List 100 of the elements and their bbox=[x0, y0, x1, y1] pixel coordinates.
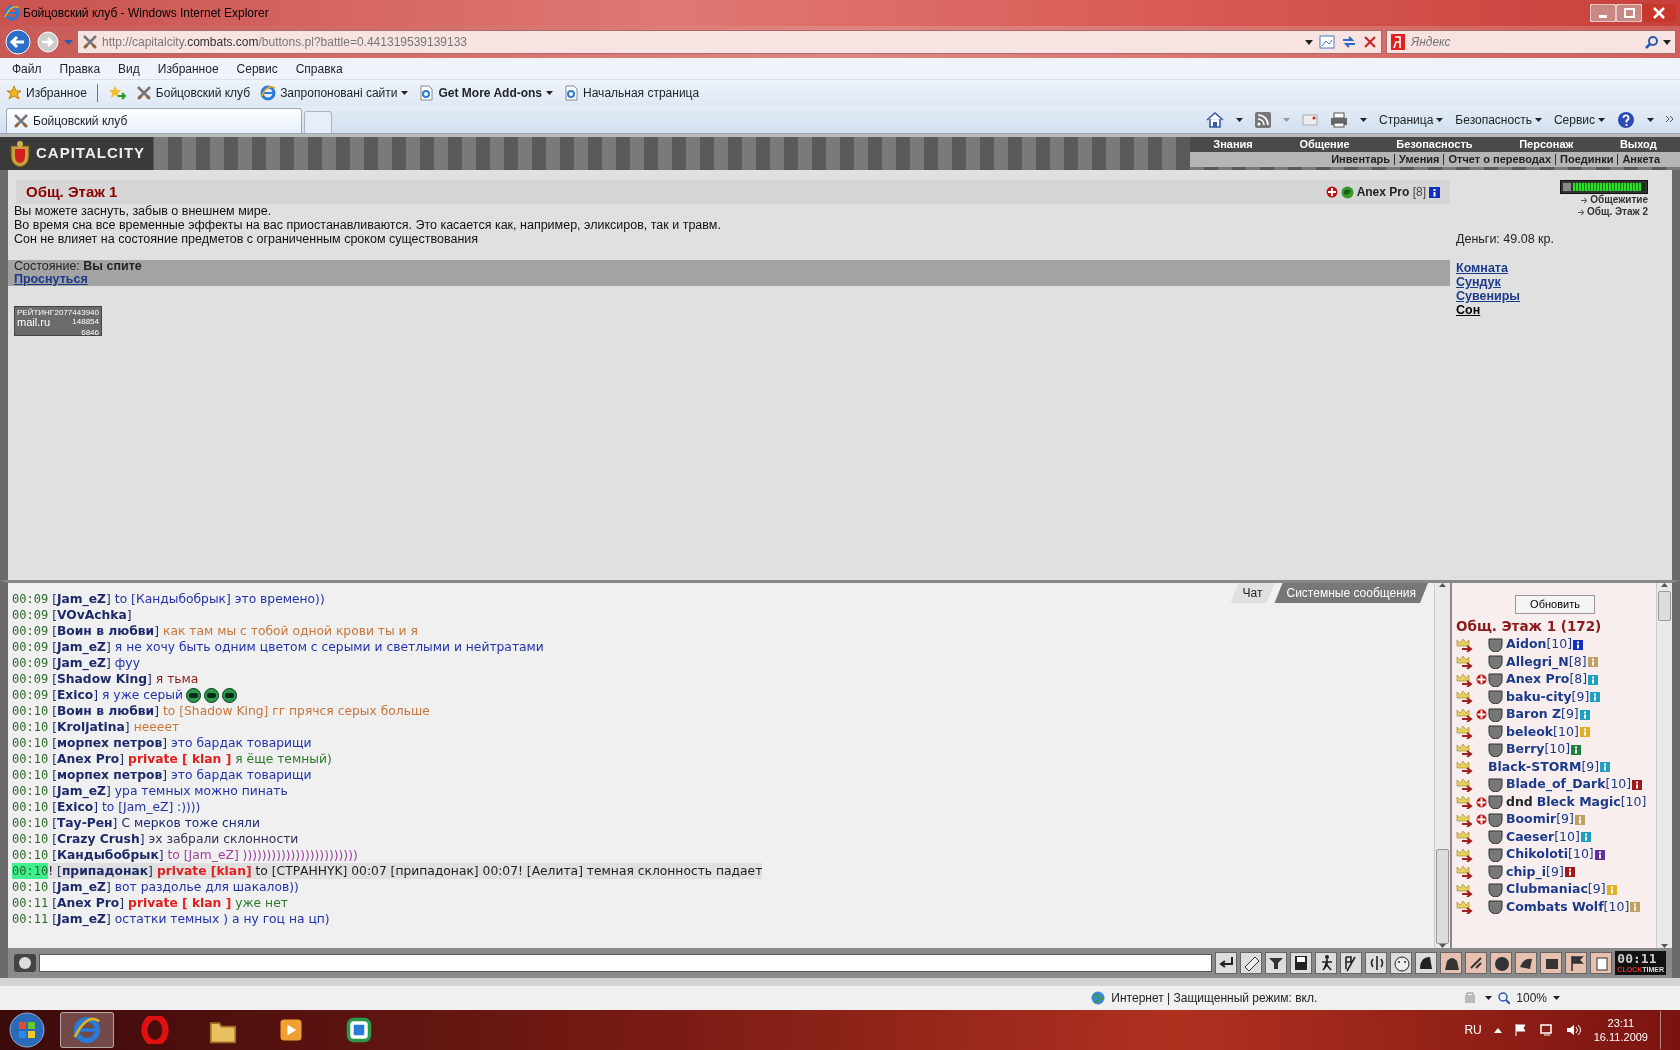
start-button[interactable] bbox=[8, 1011, 46, 1049]
refresh-button[interactable]: Обновить bbox=[1515, 595, 1595, 614]
chat-time[interactable]: 00:10 bbox=[12, 783, 49, 799]
chat-sender[interactable]: [Shadow King] bbox=[52, 671, 152, 687]
nav-tab[interactable]: Выход bbox=[1619, 136, 1657, 153]
user-name[interactable]: Black-STORM[9] bbox=[1488, 757, 1600, 777]
chevron-icon[interactable] bbox=[1666, 116, 1674, 124]
chest-button[interactable] bbox=[1540, 952, 1563, 974]
address-field[interactable]: http://capitalcity.combats.com/buttons.pl?battle=0.441319539139133 bbox=[77, 30, 1382, 54]
search-icon[interactable] bbox=[1645, 35, 1659, 49]
chat-tab[interactable]: Чат bbox=[1230, 583, 1275, 603]
date-text[interactable]: 16.11.2009 bbox=[1593, 1030, 1648, 1044]
chat-sender[interactable]: [Anex Pro] bbox=[52, 751, 125, 767]
search-field[interactable]: Яндекс bbox=[1386, 30, 1676, 54]
chat-input[interactable] bbox=[39, 954, 1213, 972]
private-message-icon[interactable] bbox=[1456, 672, 1474, 687]
nav-link[interactable]: Отчет о переводах bbox=[1443, 154, 1555, 165]
chat-sender[interactable]: [Jam_eZ] bbox=[52, 655, 111, 671]
chat-sender[interactable]: [Crazy Crush] bbox=[52, 831, 145, 847]
command-menu[interactable]: Безопасность bbox=[1455, 111, 1542, 129]
scroll-button[interactable] bbox=[1465, 952, 1488, 974]
forward-button[interactable] bbox=[36, 30, 60, 54]
favorites-link[interactable]: Избранное bbox=[6, 84, 87, 102]
user-name[interactable]: Boomir[9] bbox=[1506, 810, 1574, 829]
chat-time[interactable]: 00:10 bbox=[12, 863, 49, 879]
compatibility-icon[interactable] bbox=[1319, 34, 1335, 50]
private-message-icon[interactable] bbox=[1456, 725, 1474, 739]
dropdown-icon[interactable] bbox=[1647, 118, 1654, 122]
chat-time[interactable]: 00:09 bbox=[12, 671, 49, 687]
maximize-button[interactable] bbox=[1616, 4, 1642, 22]
favorites-link[interactable]: Get More Add-ons bbox=[418, 84, 554, 102]
menu-item[interactable]: Правка bbox=[51, 59, 109, 78]
chat-sender[interactable]: [Jam_eZ] bbox=[52, 879, 111, 895]
home-icon[interactable] bbox=[1205, 112, 1224, 128]
chat-time[interactable]: 00:09 bbox=[12, 607, 49, 623]
dropdown-icon[interactable] bbox=[1485, 996, 1493, 1000]
dropdown-icon[interactable] bbox=[1553, 996, 1560, 1000]
command-menu[interactable]: Страница bbox=[1378, 111, 1444, 129]
user-row[interactable]: dnd Bleck Magic[10] bbox=[1456, 793, 1654, 811]
chat-sender[interactable]: [морпех петров] bbox=[52, 767, 168, 783]
tray-arrow-icon[interactable] bbox=[1493, 1027, 1502, 1033]
exit-button[interactable] bbox=[1590, 952, 1613, 974]
menu-item[interactable]: Файл bbox=[4, 59, 50, 78]
user-row[interactable]: Caeser[10] bbox=[1456, 828, 1654, 846]
chat-sender[interactable]: [Кандыбобрык] bbox=[52, 847, 164, 863]
private-message-icon[interactable] bbox=[1456, 865, 1474, 879]
nav-link[interactable]: Инвентарь bbox=[1327, 154, 1395, 165]
info-icon[interactable] bbox=[1573, 639, 1584, 650]
user-name[interactable]: Berry[10] bbox=[1506, 740, 1571, 759]
private-message-icon[interactable] bbox=[1456, 882, 1474, 897]
favorites-link[interactable]: Бойцовский клуб bbox=[135, 84, 251, 102]
network-icon[interactable] bbox=[1539, 1023, 1554, 1037]
private-message-icon[interactable] bbox=[1456, 637, 1474, 652]
chat-time[interactable]: 00:09 bbox=[12, 639, 49, 655]
chat-sender[interactable]: [припадонак] bbox=[57, 863, 153, 879]
refresh-icon[interactable] bbox=[1341, 34, 1357, 50]
user-name[interactable]: Caeser[10] bbox=[1506, 827, 1580, 847]
portrait-button[interactable] bbox=[1490, 952, 1513, 974]
user-name[interactable]: Bleck Magic[10] bbox=[1536, 792, 1647, 812]
user-name[interactable]: Chikoloti[10] bbox=[1506, 845, 1594, 864]
user-name[interactable]: Aidon[10] bbox=[1506, 635, 1573, 654]
rating-counter[interactable]: РЕЙТИНГ2077443940 mail.ru 148854 6846 bbox=[14, 306, 102, 336]
smile-menu-icon[interactable] bbox=[14, 954, 36, 972]
volume-icon[interactable] bbox=[1565, 1023, 1582, 1037]
dropdown-icon[interactable] bbox=[1663, 39, 1671, 45]
flag-button[interactable] bbox=[1565, 952, 1588, 974]
info-icon[interactable] bbox=[1429, 186, 1440, 198]
user-name[interactable]: Clubmaniac[9] bbox=[1506, 880, 1606, 899]
nav-tab[interactable]: Знания bbox=[1213, 136, 1253, 153]
user-name[interactable]: Baron Z[9] bbox=[1506, 705, 1579, 724]
eraser-button[interactable] bbox=[1240, 952, 1263, 974]
add-favorite-icon[interactable] bbox=[107, 85, 126, 101]
private-message-icon[interactable] bbox=[1456, 900, 1474, 914]
user-row[interactable]: baku-city[9] bbox=[1456, 688, 1654, 706]
pouch-button[interactable] bbox=[1440, 952, 1463, 974]
printer-icon[interactable] bbox=[1329, 112, 1348, 128]
private-message-icon[interactable] bbox=[1456, 830, 1474, 844]
user-row[interactable]: Blade_of_Dark[10] bbox=[1456, 775, 1654, 794]
user-name[interactable]: baku-city[9] bbox=[1506, 687, 1590, 707]
chat-sender[interactable]: [Exico] bbox=[52, 687, 99, 703]
chat-sender[interactable]: [Jam_eZ] bbox=[52, 591, 111, 607]
nav-link[interactable]: Умения bbox=[1394, 154, 1444, 165]
chat-time[interactable]: 00:10 bbox=[12, 831, 49, 847]
dropdown-icon[interactable] bbox=[1305, 39, 1313, 45]
user-row[interactable]: Boomir[9] bbox=[1456, 810, 1654, 829]
chat-time[interactable]: 00:10 bbox=[12, 719, 49, 735]
smiley-button[interactable] bbox=[1390, 952, 1413, 974]
sound-button[interactable] bbox=[1365, 952, 1388, 974]
private-message-icon[interactable] bbox=[1456, 795, 1474, 809]
close-button[interactable] bbox=[1642, 4, 1676, 22]
scrollbar[interactable] bbox=[1656, 583, 1672, 948]
nav-link[interactable]: Анкета bbox=[1617, 154, 1664, 165]
language-indicator[interactable]: RU bbox=[1464, 1021, 1482, 1039]
user-name[interactable]: chip_i[9] bbox=[1506, 862, 1564, 882]
nav-tab[interactable]: Персонаж bbox=[1519, 136, 1574, 153]
chat-time[interactable]: 00:10 bbox=[12, 815, 49, 831]
wake-up-link[interactable]: Проснуться bbox=[14, 272, 88, 286]
room-link[interactable]: Сувениры bbox=[1456, 288, 1520, 303]
minimize-button[interactable] bbox=[1590, 4, 1616, 22]
user-row[interactable]: Chikoloti[10] bbox=[1456, 845, 1654, 864]
